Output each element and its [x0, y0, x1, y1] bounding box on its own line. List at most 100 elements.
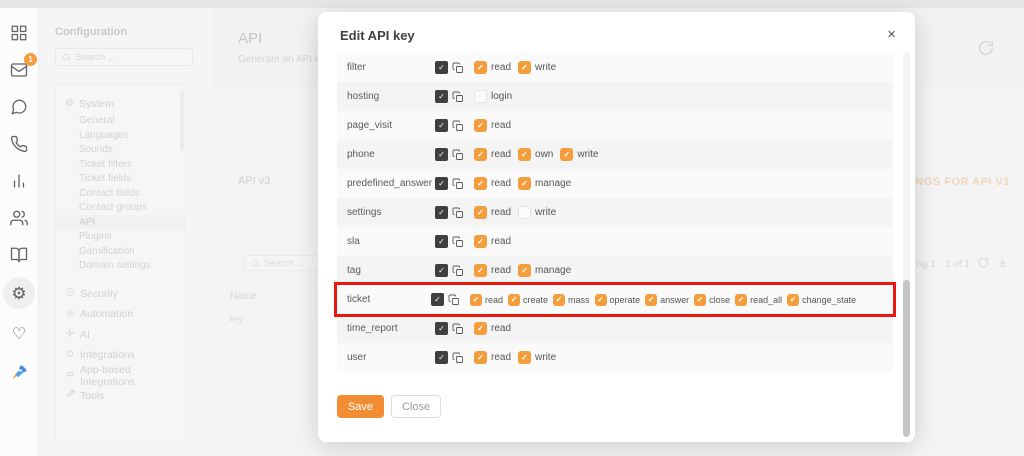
sidebar-item-app-based-integrations[interactable]: App-based Integrations [56, 366, 185, 387]
checked-checkbox-change_state[interactable]: ✓ [787, 294, 799, 306]
permission-write: ✓ write [560, 148, 598, 161]
sidebar-item-domain-settings[interactable]: Domain settings [56, 258, 185, 273]
sidebar-item-automation[interactable]: Automation [56, 304, 185, 325]
checked-checkbox-write[interactable]: ✓ [518, 351, 531, 364]
sidebar-item-ticket-fields[interactable]: Ticket fields [56, 171, 185, 186]
permission-answer: ✓answer [645, 294, 689, 306]
select-all-icon[interactable]: ✓ [435, 235, 448, 248]
checked-checkbox-read[interactable]: ✓ [474, 206, 487, 219]
apps-grid-icon[interactable] [8, 22, 30, 44]
copy-icon[interactable] [452, 120, 464, 132]
copy-icon[interactable] [452, 91, 464, 103]
sidebar-item-general[interactable]: General [56, 113, 185, 128]
upgrade-rocket-icon[interactable] [8, 361, 30, 383]
checked-checkbox-close[interactable]: ✓ [694, 294, 706, 306]
sidebar-item-tools[interactable]: Tools [56, 386, 185, 407]
export-icon[interactable] [997, 257, 1008, 271]
permission-groups: ✓read✓manage [474, 264, 571, 277]
copy-icon[interactable] [452, 236, 464, 248]
statistics-icon[interactable] [8, 170, 30, 192]
checkbox-label: mass [568, 295, 590, 305]
checked-checkbox-read[interactable]: ✓ [474, 61, 487, 74]
copy-icon[interactable] [452, 265, 464, 277]
checked-checkbox-read[interactable]: ✓ [474, 351, 487, 364]
dialog-scrollbar-thumb[interactable] [903, 280, 910, 437]
sidebar-item-gamification[interactable]: Gamification [56, 244, 185, 259]
select-all-icon[interactable]: ✓ [435, 322, 448, 335]
phone-icon[interactable] [8, 133, 30, 155]
tab-api-v3[interactable]: API v3 [238, 175, 270, 187]
settings-gear-icon[interactable]: ⚙ [3, 277, 35, 309]
checked-checkbox-write[interactable]: ✓ [518, 61, 531, 74]
select-all-icon[interactable]: ✓ [431, 293, 444, 306]
sidebar-item-api[interactable]: API [56, 215, 185, 230]
checked-checkbox-read[interactable]: ✓ [470, 294, 482, 306]
sidebar-item-security[interactable]: Security [56, 284, 185, 305]
sidebar-item-plugins[interactable]: Plugins [56, 229, 185, 244]
copy-icon[interactable] [452, 207, 464, 219]
close-icon[interactable]: × [883, 24, 900, 45]
chat-icon[interactable] [8, 96, 30, 118]
menu-section-system[interactable]: ⚙ System [56, 95, 185, 113]
select-all-icon[interactable]: ✓ [435, 206, 448, 219]
copy-icon[interactable] [448, 294, 460, 306]
copy-icon[interactable] [452, 178, 464, 190]
row-actions: ✓ [435, 148, 464, 161]
select-all-icon[interactable]: ✓ [435, 177, 448, 190]
customers-icon[interactable] [8, 207, 30, 229]
copy-icon[interactable] [452, 323, 464, 335]
sidebar-item-integrations[interactable]: Integrations [56, 345, 185, 366]
copy-icon[interactable] [452, 62, 464, 74]
unchecked-checkbox-login[interactable] [474, 90, 487, 103]
checked-checkbox-operate[interactable]: ✓ [595, 294, 607, 306]
checkbox-label: write [577, 149, 598, 160]
checked-checkbox-read_all[interactable]: ✓ [735, 294, 747, 306]
sidebar-item-ticket-filters[interactable]: Ticket filters [56, 157, 185, 172]
select-all-icon[interactable]: ✓ [435, 61, 448, 74]
reload-icon[interactable] [978, 257, 989, 271]
checked-checkbox-manage[interactable]: ✓ [518, 177, 531, 190]
checked-checkbox-read[interactable]: ✓ [474, 177, 487, 190]
checked-checkbox-manage[interactable]: ✓ [518, 264, 531, 277]
sidebar-item-contact-groups[interactable]: Contact groups [56, 200, 185, 215]
sidebar-item-label: Tools [80, 390, 105, 402]
checked-checkbox-read[interactable]: ✓ [474, 264, 487, 277]
select-all-icon[interactable]: ✓ [435, 119, 448, 132]
checked-checkbox-own[interactable]: ✓ [518, 148, 531, 161]
select-all-icon[interactable]: ✓ [435, 264, 448, 277]
close-button[interactable]: Close [391, 395, 441, 418]
configuration-search-input[interactable]: Search ... [55, 48, 193, 66]
sidebar-item-sounds[interactable]: Sounds [56, 142, 185, 157]
knowledge-base-icon[interactable] [8, 244, 30, 266]
checkbox-label: read [491, 149, 511, 160]
permission-groups: ✓read✓write [474, 351, 556, 364]
checked-checkbox-answer[interactable]: ✓ [645, 294, 657, 306]
permission-key-label: filter [347, 62, 435, 73]
checked-checkbox-read[interactable]: ✓ [474, 322, 487, 335]
menu-scrollbar[interactable] [180, 91, 184, 151]
sidebar-item-languages[interactable]: Languages [56, 128, 185, 143]
checked-checkbox-write[interactable]: ✓ [560, 148, 573, 161]
social-heart-icon[interactable]: ♡ [8, 324, 30, 346]
refresh-icon[interactable] [978, 40, 994, 61]
select-all-icon[interactable]: ✓ [435, 351, 448, 364]
copy-icon[interactable] [452, 149, 464, 161]
checked-checkbox-create[interactable]: ✓ [508, 294, 520, 306]
select-all-icon[interactable]: ✓ [435, 148, 448, 161]
save-button[interactable]: Save [337, 395, 384, 418]
inbox-mail-icon[interactable]: 1 [8, 59, 30, 81]
permission-read: ✓read [474, 264, 511, 277]
copy-icon[interactable] [452, 352, 464, 364]
sidebar-item-contact-fields[interactable]: Contact fields [56, 186, 185, 201]
checked-checkbox-read[interactable]: ✓ [474, 148, 487, 161]
sidebar-item-ai[interactable]: AI [56, 325, 185, 346]
row-actions: ✓ [435, 235, 464, 248]
permission-row-filter: filter✓✓read✓write [337, 53, 893, 82]
configuration-menu: ⚙ System GeneralLanguagesSoundsTicket fi… [55, 84, 186, 442]
checked-checkbox-mass[interactable]: ✓ [553, 294, 565, 306]
row-actions: ✓ [435, 61, 464, 74]
checked-checkbox-read[interactable]: ✓ [474, 235, 487, 248]
unchecked-checkbox-write[interactable] [518, 206, 531, 219]
select-all-icon[interactable]: ✓ [435, 90, 448, 103]
checked-checkbox-read[interactable]: ✓ [474, 119, 487, 132]
